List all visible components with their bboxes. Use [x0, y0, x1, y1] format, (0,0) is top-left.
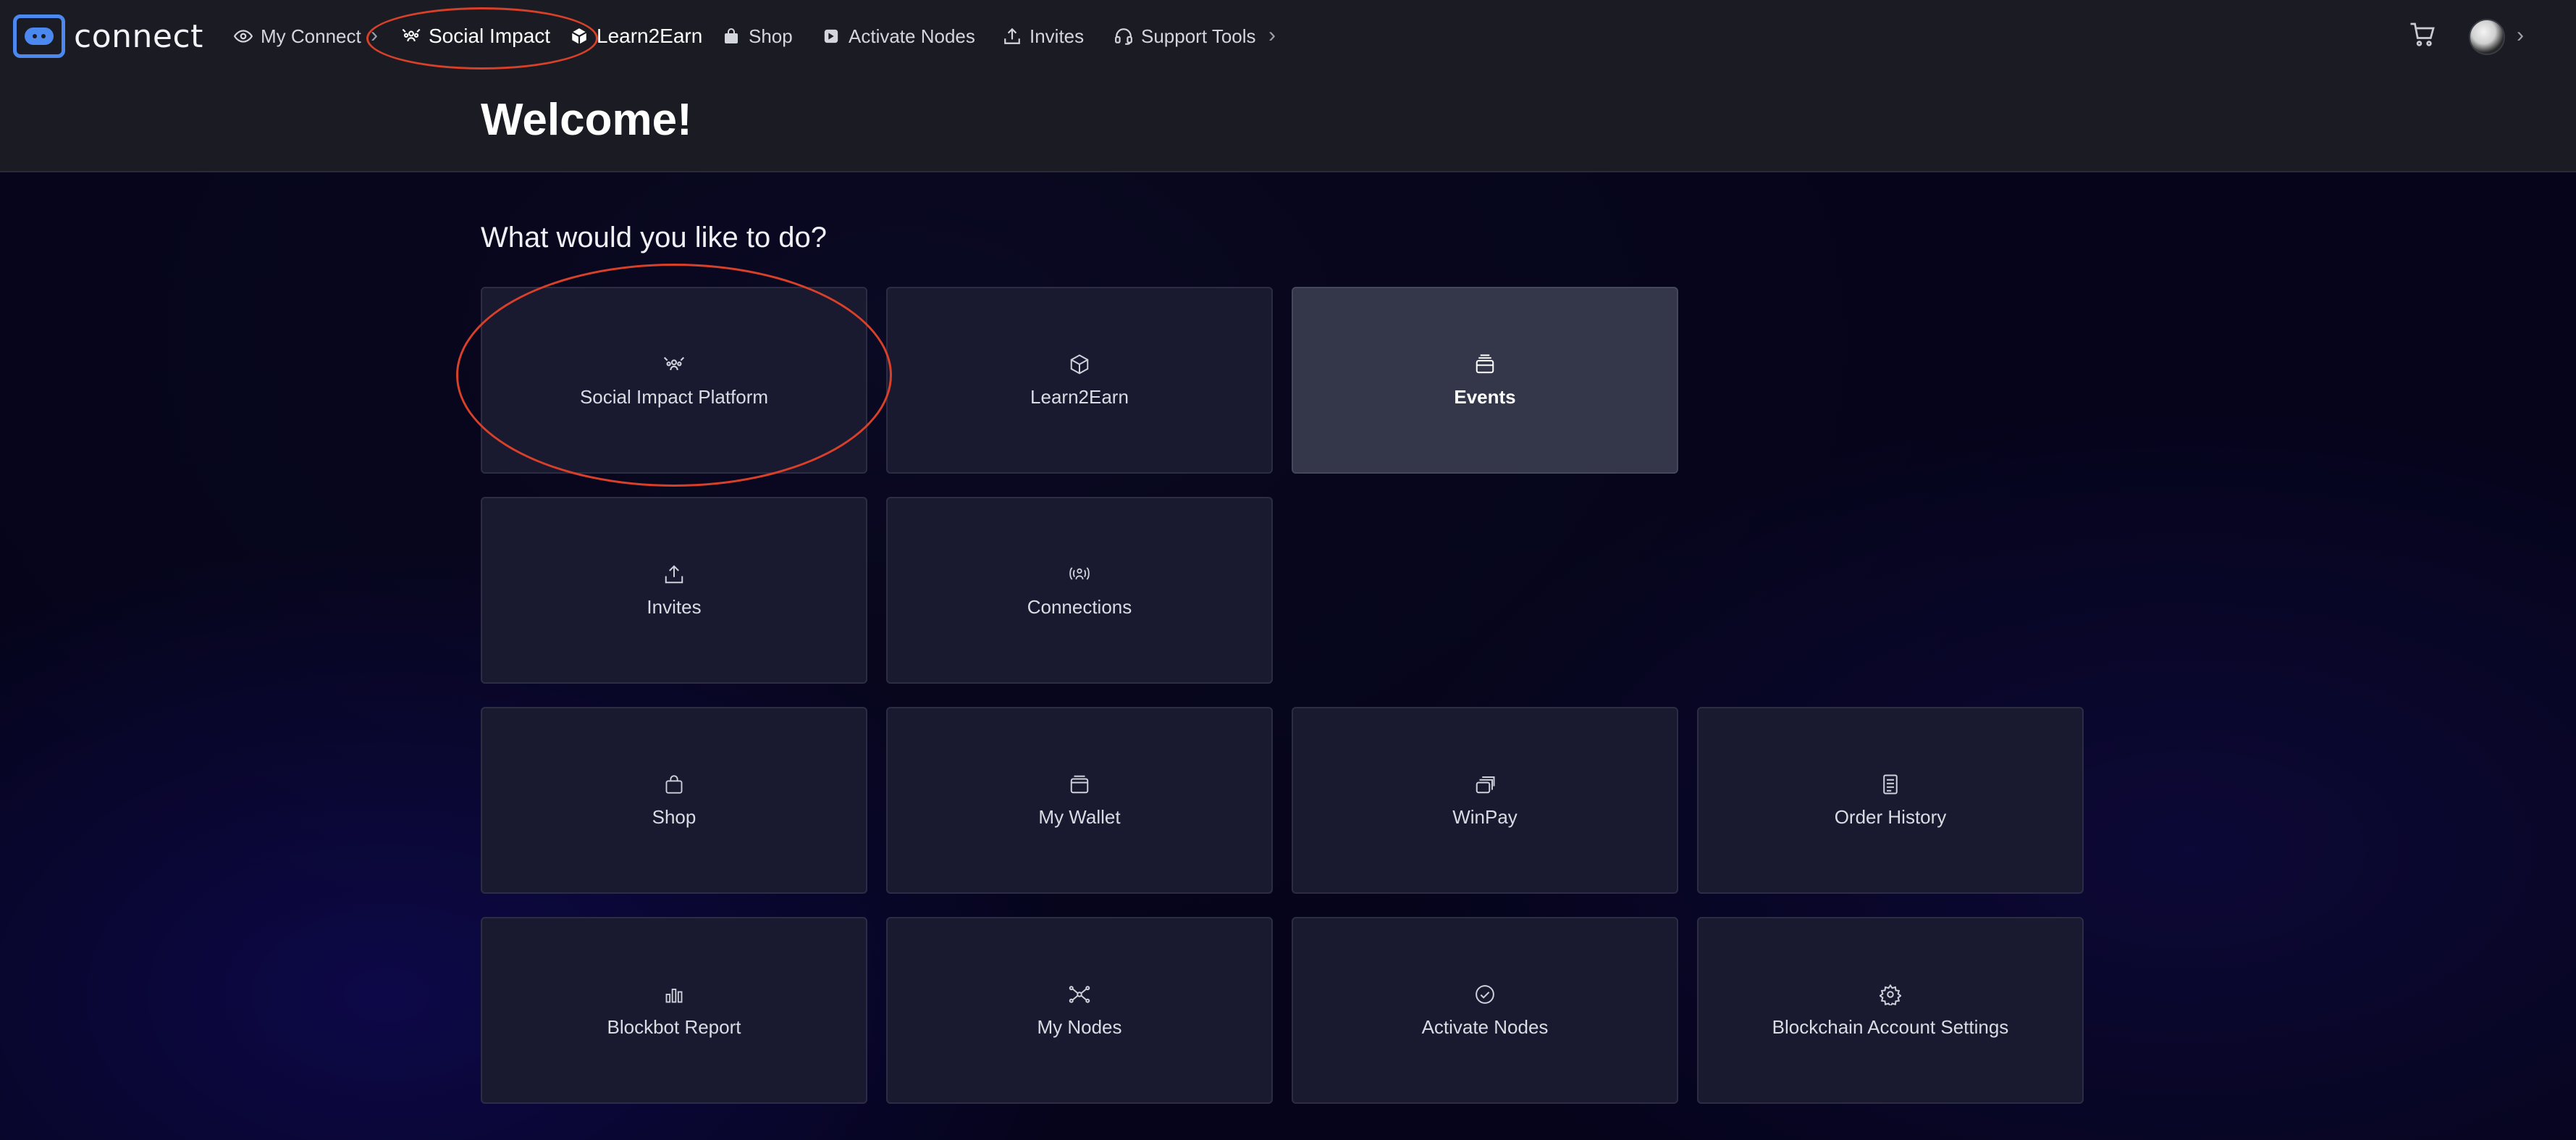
chevron-right-icon[interactable]: › — [2517, 23, 2524, 48]
tile-winpay[interactable]: WinPay — [1292, 707, 1678, 894]
nav-item-invites[interactable]: Invites — [1002, 22, 1084, 51]
bar-chart-icon — [662, 983, 686, 1006]
wallet-icon — [1068, 773, 1091, 796]
tile-label: Blockchain Account Settings — [1772, 1015, 2009, 1038]
check-circle-icon — [1473, 983, 1497, 1006]
background-glow — [0, 174, 2576, 1140]
tile-learn2earn[interactable]: Learn2Earn — [886, 287, 1273, 474]
tile-label: Social Impact Platform — [579, 385, 769, 408]
brand-name: connect — [74, 17, 203, 55]
tile-invites[interactable]: Invites — [481, 497, 867, 684]
social-impact-icon — [401, 26, 421, 46]
eye-icon — [233, 26, 253, 46]
tile-label: Activate Nodes — [1421, 1015, 1549, 1038]
nav-item-shop[interactable]: Shop — [721, 22, 793, 51]
avatar[interactable] — [2469, 19, 2505, 55]
nav-item-learn2earn[interactable]: Learn2Earn — [569, 22, 702, 51]
tile-connections[interactable]: Connections — [886, 497, 1273, 684]
tile-my-nodes[interactable]: My Nodes — [886, 917, 1273, 1104]
top-navbar: connect My Connect › Social Impact Learn… — [0, 0, 2576, 72]
receipt-icon — [1879, 773, 1902, 796]
chevron-right-icon[interactable]: › — [1268, 23, 1276, 48]
top-header: connect My Connect › Social Impact Learn… — [0, 0, 2576, 172]
tile-order-history[interactable]: Order History — [1697, 707, 2084, 894]
tile-label: My Nodes — [1037, 1015, 1122, 1038]
chevron-right-icon[interactable]: › — [371, 23, 378, 48]
nav-item-support-tools[interactable]: Support Tools — [1114, 22, 1256, 51]
node-badge-icon — [821, 26, 841, 46]
gear-icon — [1879, 983, 1902, 1006]
tile-label: Invites — [647, 595, 702, 618]
logo-icon — [13, 14, 65, 58]
nav-item-label: Invites — [1030, 25, 1085, 47]
nav-item-label: Social Impact — [429, 25, 551, 47]
tile-blockchain-account-settings[interactable]: Blockchain Account Settings — [1697, 917, 2084, 1104]
upload-icon — [1002, 26, 1022, 46]
cart-icon[interactable] — [2409, 22, 2438, 51]
tile-label: My Wallet — [1038, 805, 1121, 828]
tile-label: Learn2Earn — [1030, 385, 1129, 408]
tile-label: Connections — [1027, 595, 1132, 618]
headset-icon — [1114, 26, 1134, 46]
connections-icon — [1068, 563, 1091, 586]
nav-item-activate-nodes[interactable]: Activate Nodes — [821, 22, 975, 51]
coins-stack-icon — [1473, 773, 1497, 796]
nav-item-social-impact[interactable]: Social Impact — [401, 22, 550, 51]
nav-item-my-connect[interactable]: My Connect — [233, 22, 361, 51]
bag-icon — [662, 773, 686, 796]
calendar-stack-icon — [1473, 353, 1497, 376]
tile-blockbot-report[interactable]: Blockbot Report — [481, 917, 867, 1104]
tile-label: Blockbot Report — [607, 1015, 741, 1038]
tile-label: WinPay — [1452, 805, 1518, 828]
tile-my-wallet[interactable]: My Wallet — [886, 707, 1273, 894]
nav-item-label: Activate Nodes — [849, 25, 975, 47]
social-impact-icon — [662, 353, 686, 376]
tile-shop[interactable]: Shop — [481, 707, 867, 894]
nav-item-label: Learn2Earn — [597, 25, 703, 47]
brand-logo[interactable]: connect — [13, 14, 203, 58]
tile-social-impact-platform[interactable]: Social Impact Platform — [481, 287, 867, 474]
nav-item-label: My Connect — [261, 25, 361, 47]
tile-events[interactable]: Events — [1292, 287, 1678, 474]
cube-icon — [1068, 353, 1091, 376]
tile-activate-nodes[interactable]: Activate Nodes — [1292, 917, 1678, 1104]
network-icon — [1068, 983, 1091, 1006]
bag-icon — [721, 26, 741, 46]
page-title: Welcome! — [481, 95, 692, 145]
tile-label: Order History — [1834, 805, 1947, 828]
upload-icon — [662, 563, 686, 586]
tile-label: Events — [1454, 385, 1516, 408]
section-heading: What would you like to do? — [481, 222, 828, 253]
nav-item-label: Shop — [749, 25, 793, 47]
tile-label: Shop — [652, 805, 696, 828]
nav-item-label: Support Tools — [1141, 25, 1256, 47]
cube-icon — [569, 26, 589, 46]
